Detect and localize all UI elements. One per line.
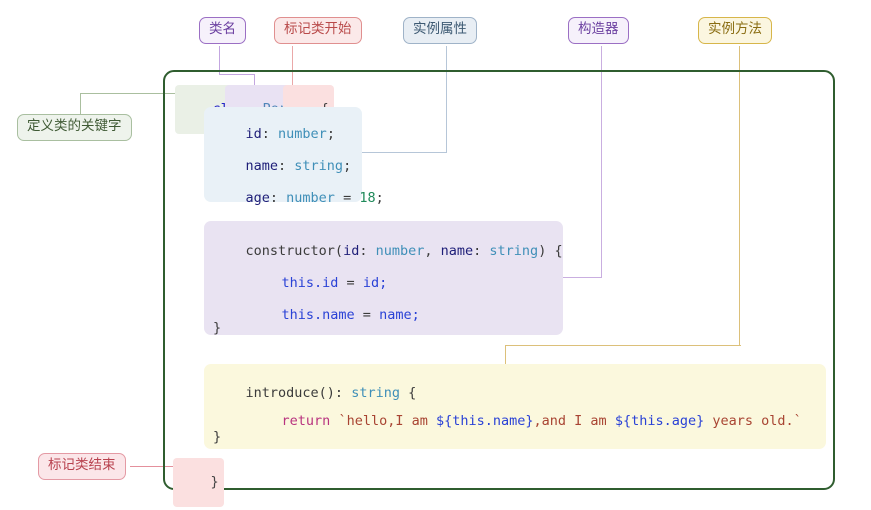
prop-age-assign: = [334,189,360,206]
label-class-start[interactable]: 标记类开始 [274,17,362,44]
prop-age-sep: : [269,189,287,206]
return-keyword: return [281,412,331,429]
ctor-param2-name: name [440,242,474,259]
method-close-brace: } [213,429,222,445]
constructor-body-line-2: this.name = name; [249,295,420,336]
label-constructor-text: 构造器 [578,21,619,37]
label-instance-method[interactable]: 实例方法 [698,17,772,44]
prop-id-name: id [245,125,262,142]
method-return-line: return `hello,I am ${this.name},and I am… [249,401,802,442]
ctor-open-brace: { [554,242,563,259]
prop-age-end: ; [375,189,384,206]
connector-class-keyword-seg1 [80,93,81,114]
property-line-age: age: number = 18; [213,178,384,219]
method-open-brace: { [399,384,417,401]
ctor-param1-name: id [343,242,360,259]
label-class-end-text: 标记类结束 [48,457,116,473]
label-instance-method-text: 实例方法 [708,21,762,37]
ctor-assign1-rhs: id; [362,274,388,291]
return-str-part-2: ,and I am [533,412,615,429]
method-name: introduce() [245,384,335,401]
prop-age-value: 18 [359,189,376,206]
label-class-keyword-text: 定义类的关键字 [27,118,122,134]
method-return-type: string [351,384,400,401]
label-constructor[interactable]: 构造器 [568,17,629,44]
return-tmpl-age: ${this.age} [614,412,705,429]
label-instance-property-text: 实例属性 [413,21,467,37]
prop-age-type: number [286,189,335,206]
prop-name-type: string [294,157,344,174]
return-tmpl-name: ${this.name} [435,412,534,429]
prop-name-name: name [245,157,279,174]
prop-id-sep: : [261,125,279,142]
label-class-end[interactable]: 标记类结束 [38,453,126,480]
return-str-part-1: `hello,I am [338,412,436,429]
ctor-assign2-rhs: name; [379,306,420,323]
method-sep: : [334,384,352,401]
ctor-name: constructor [245,242,335,259]
label-class-name[interactable]: 类名 [199,17,246,44]
connector-class-keyword-seg2 [80,93,176,94]
ctor-param1-type: number [375,242,425,259]
prop-id-type: number [278,125,327,142]
prop-name-sep: : [278,157,295,174]
constructor-close-brace: } [213,320,222,336]
prop-age-name: age [245,189,270,206]
return-str-part-3: years old.` [704,412,802,429]
prop-id-end: ; [326,125,335,142]
label-instance-property[interactable]: 实例属性 [403,17,477,44]
ctor-assign1-lhs: this.id [281,274,339,291]
prop-name-end: ; [343,157,352,174]
ctor-assign1-op: = [338,274,363,291]
code-class-close-brace: } [173,458,224,507]
label-class-start-text: 标记类开始 [284,21,352,37]
ctor-assign2-op: = [354,306,380,323]
diagram-canvas: 类名 标记类开始 实例属性 构造器 实例方法 定义类的关键字 标记类结束 cla… [0,0,871,510]
class-close-brace-text: } [210,473,219,490]
label-class-name-text: 类名 [209,21,236,37]
ctor-param2-type: string [489,242,539,259]
ctor-assign2-lhs: this.name [281,306,355,323]
label-class-keyword[interactable]: 定义类的关键字 [17,114,132,141]
